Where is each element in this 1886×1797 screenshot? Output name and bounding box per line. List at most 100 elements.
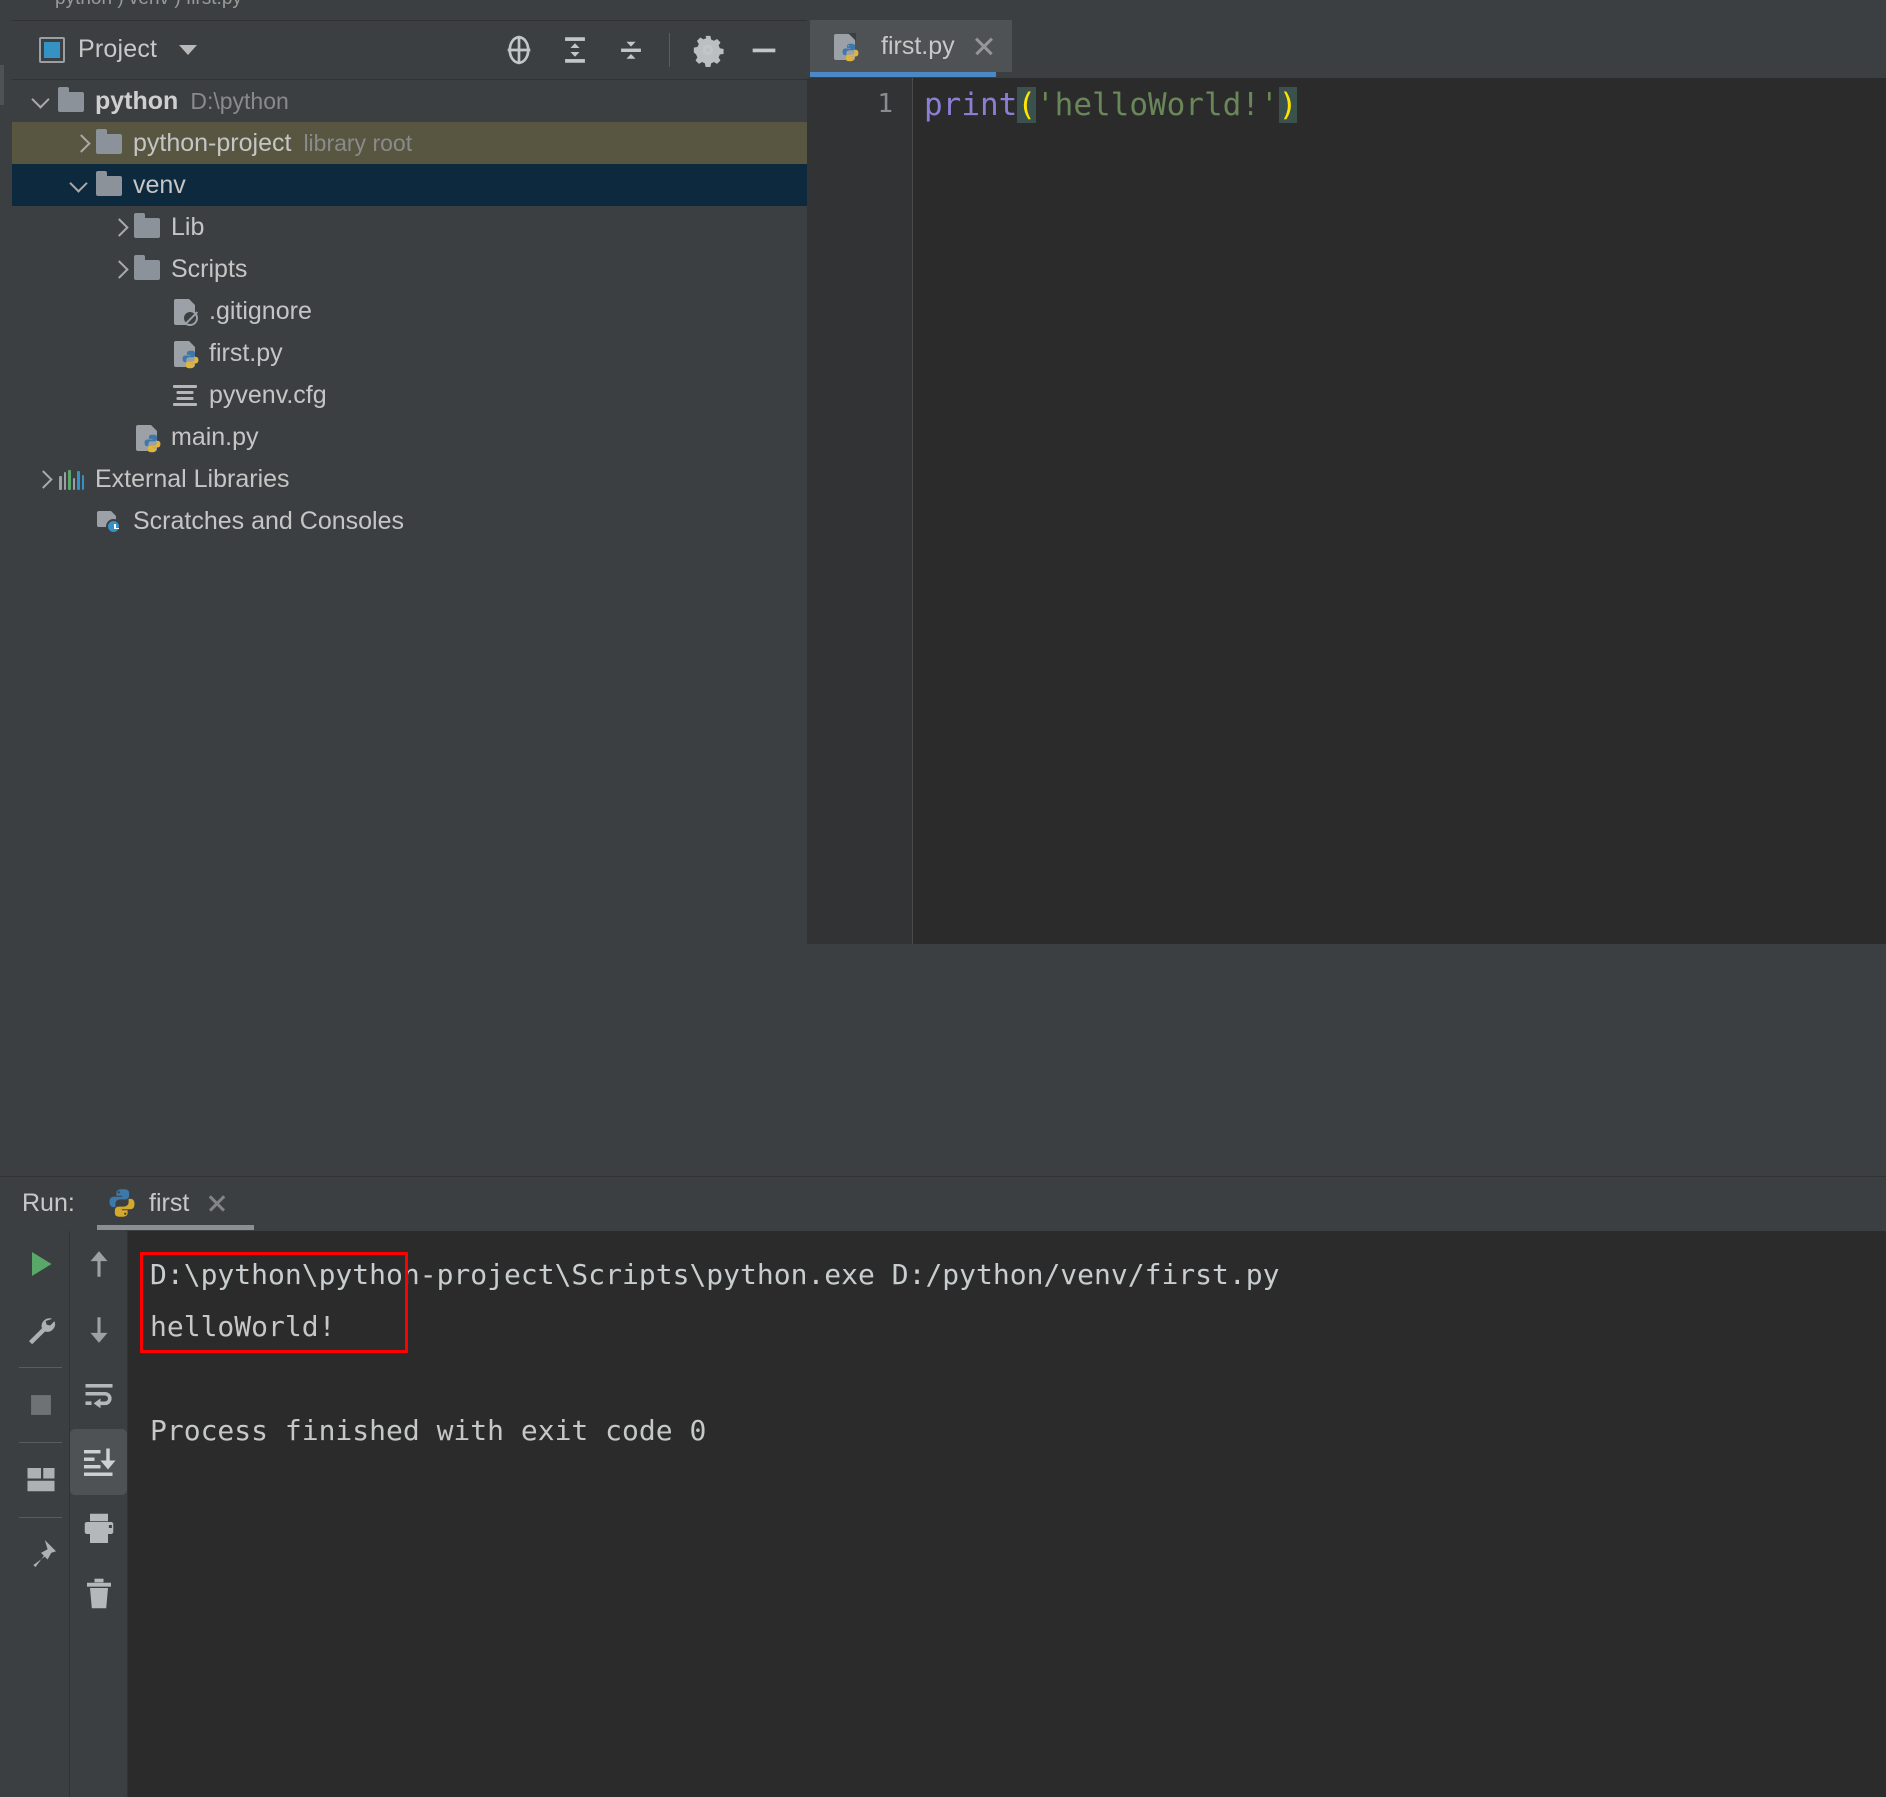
console-line: helloWorld! <box>150 1310 336 1343</box>
code-editor[interactable]: 1 print('helloWorld!') <box>807 78 1886 944</box>
tree-item-python-project[interactable]: python-project library root <box>12 122 807 164</box>
tab-label: first.py <box>881 31 955 60</box>
run-header: Run: first <box>0 1177 1886 1231</box>
run-toolbar-console <box>70 1231 128 1797</box>
locate-icon[interactable] <box>491 33 547 67</box>
project-stripe-marker[interactable] <box>0 65 4 105</box>
tree-item-python[interactable]: python D:\python <box>12 80 807 122</box>
run-tool-window: Run: first D:\python\python-project\Scri… <box>0 1176 1886 1797</box>
stop-icon[interactable] <box>12 1372 69 1438</box>
tree-item-label: Scratches and Consoles <box>133 506 404 535</box>
tree-item-label: pyvenv.cfg <box>209 380 327 409</box>
layout-icon[interactable] <box>12 1447 69 1513</box>
tree-item-lib[interactable]: Lib <box>12 206 807 248</box>
project-tree[interactable]: python D:\python python-project library roo… <box>12 80 807 1176</box>
tree-item-first-py[interactable]: first.py <box>12 332 807 374</box>
code-line-1: print('helloWorld!') <box>924 86 1298 124</box>
run-tab-label: first <box>149 1188 190 1217</box>
chevron-down-icon[interactable] <box>179 44 198 55</box>
code-string-literal: 'helloWorld!' <box>1036 87 1279 123</box>
folder-icon <box>56 86 86 116</box>
project-title: Project <box>78 35 158 63</box>
console-output[interactable]: D:\python\python-project\Scripts\python.… <box>128 1231 1886 1797</box>
rerun-wrench-icon[interactable] <box>12 1297 69 1363</box>
tree-item-label: Lib <box>171 212 205 241</box>
project-title-group[interactable]: Project <box>39 35 198 64</box>
folder-icon <box>132 212 162 242</box>
close-icon[interactable] <box>973 35 995 57</box>
tree-item-label: first.py <box>209 338 283 367</box>
tree-item-label: .gitignore <box>209 296 312 325</box>
tree-arrow-spacer <box>144 298 170 324</box>
folder-icon <box>94 170 124 200</box>
tree-item-scratches-and-consoles[interactable]: Scratches and Consoles <box>12 500 807 542</box>
chevron-right-icon[interactable] <box>68 130 94 156</box>
chevron-right-icon[interactable] <box>106 214 132 240</box>
python-file-icon <box>830 31 860 62</box>
tree-item-gitignore[interactable]: .gitignore <box>12 290 807 332</box>
trash-icon[interactable] <box>70 1561 127 1627</box>
tab-active-indicator <box>810 72 996 77</box>
tree-item-scripts[interactable]: Scripts <box>12 248 807 290</box>
external-libraries-icon <box>56 464 86 494</box>
toolbar-divider <box>669 33 670 67</box>
chevron-down-icon[interactable] <box>30 88 56 114</box>
toolbar-divider <box>19 1517 62 1518</box>
pin-icon[interactable] <box>12 1522 69 1588</box>
up-arrow-icon[interactable] <box>70 1231 127 1297</box>
gear-icon[interactable] <box>680 33 736 67</box>
tree-item-label: venv <box>133 170 186 199</box>
expand-all-icon[interactable] <box>547 33 603 67</box>
chevron-down-icon[interactable] <box>68 172 94 198</box>
python-file-icon <box>170 338 200 369</box>
console-line: D:\python\python-project\Scripts\python.… <box>150 1258 1280 1291</box>
code-close-paren: ) <box>1278 87 1298 123</box>
tree-arrow-spacer <box>144 382 170 408</box>
run-toolbar-left <box>12 1231 70 1797</box>
pycharm-ide-window: python ) venv ) first.py Project <box>0 0 1886 1797</box>
left-tool-stripe <box>0 20 12 1175</box>
collapse-all-icon[interactable] <box>603 33 659 67</box>
python-icon <box>107 1188 137 1218</box>
close-icon[interactable] <box>207 1193 227 1213</box>
tree-item-pyvenv-cfg[interactable]: pyvenv.cfg <box>12 374 807 416</box>
tree-item-venv[interactable]: venv <box>12 164 807 206</box>
project-tool-window: Project python D:\python python-project … <box>12 20 807 1176</box>
tree-item-external-libraries[interactable]: External Libraries <box>12 458 807 500</box>
gitignore-file-icon <box>170 296 200 326</box>
chevron-right-icon[interactable] <box>30 466 56 492</box>
breadcrumb-sliver: python ) venv ) first.py <box>0 0 1886 20</box>
line-number: 1 <box>877 89 893 119</box>
tree-item-main-py[interactable]: main.py <box>12 416 807 458</box>
run-icon[interactable] <box>12 1231 69 1297</box>
chevron-right-icon[interactable] <box>106 256 132 282</box>
tree-item-label: External Libraries <box>95 464 290 493</box>
tab-first-py[interactable]: first.py <box>810 20 1012 72</box>
tree-item-label: Scripts <box>171 254 248 283</box>
folder-icon <box>94 128 124 158</box>
tree-item-subtext: library root <box>303 129 413 156</box>
print-icon[interactable] <box>70 1495 127 1561</box>
scroll-to-end-icon[interactable] <box>70 1429 127 1495</box>
breadcrumb: python ) venv ) first.py <box>55 0 242 10</box>
soft-wrap-icon[interactable] <box>70 1363 127 1429</box>
run-tab-first[interactable]: first <box>93 1181 241 1225</box>
tree-item-label: python <box>95 86 179 115</box>
down-arrow-icon[interactable] <box>70 1297 127 1363</box>
toolbar-divider <box>19 1442 62 1443</box>
scratches-icon <box>94 506 124 536</box>
tree-item-label: python-project <box>133 128 292 157</box>
minimize-icon[interactable] <box>736 33 792 67</box>
tree-arrow-spacer <box>144 340 170 366</box>
